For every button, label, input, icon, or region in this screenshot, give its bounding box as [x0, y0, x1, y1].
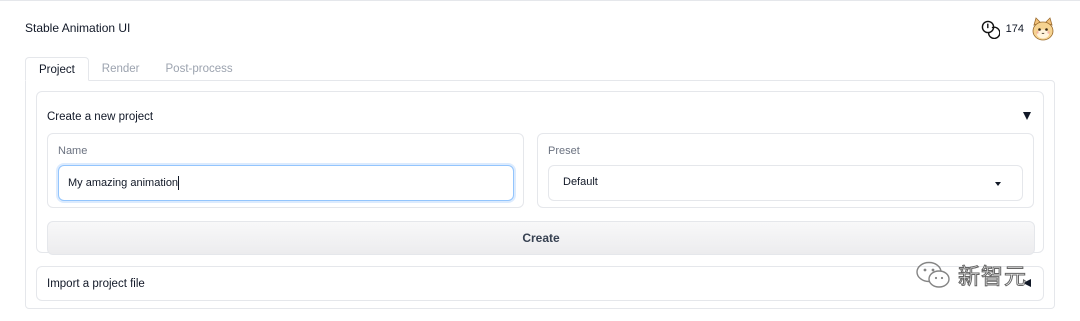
tab-project[interactable]: Project	[25, 57, 89, 81]
import-project-accordion[interactable]: Import a project file	[36, 266, 1044, 301]
name-input[interactable]	[58, 165, 514, 201]
wechat-icon	[916, 261, 950, 288]
cat-avatar-icon[interactable]	[1030, 16, 1056, 42]
credits-indicator[interactable]: 174	[980, 16, 1056, 42]
top-divider	[0, 0, 1080, 1]
import-project-header: Import a project file	[47, 278, 145, 290]
tab-bar: Project Render Post-process	[25, 57, 246, 81]
create-project-accordion: Create a new project Name My amazing ani…	[36, 91, 1044, 255]
project-panel: Create a new project Name My amazing ani…	[25, 80, 1055, 309]
preset-label: Preset	[548, 145, 580, 157]
tab-render[interactable]: Render	[89, 57, 153, 81]
caret-down-icon[interactable]	[1023, 112, 1031, 120]
watermark: 新智元	[914, 258, 1054, 292]
preset-selected-value: Default	[563, 176, 598, 188]
create-button[interactable]: Create	[47, 221, 1035, 255]
coin-icon	[981, 20, 1000, 39]
preset-field: Preset Default	[537, 133, 1034, 208]
watermark-text: 新智元	[957, 265, 1028, 291]
create-project-header[interactable]: Create a new project	[47, 111, 153, 123]
preset-select[interactable]: Default	[548, 165, 1023, 201]
page: Stable Animation UI 174 Project Render P…	[0, 0, 1080, 321]
name-field: Name My amazing animation	[47, 133, 524, 208]
tab-post-process[interactable]: Post-process	[153, 57, 246, 81]
name-label: Name	[58, 145, 88, 157]
dropdown-arrow-icon	[995, 182, 1001, 186]
credits-count: 174	[1005, 23, 1024, 35]
app-title: Stable Animation UI	[25, 21, 131, 35]
